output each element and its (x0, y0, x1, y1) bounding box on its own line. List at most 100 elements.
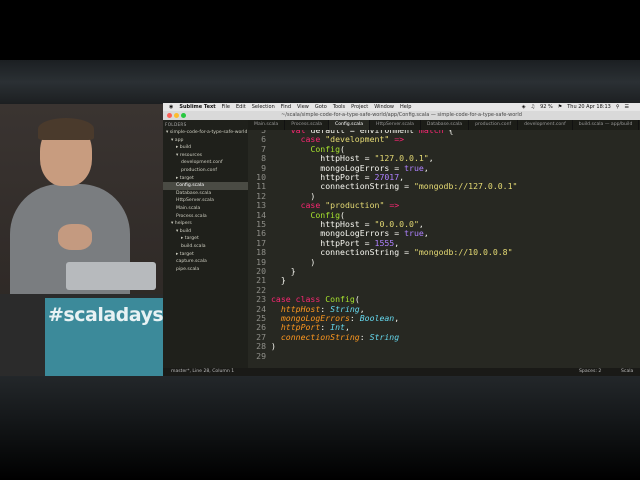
search-icon[interactable]: ⚲ (616, 104, 620, 110)
tree-item-label: Main.scala (176, 205, 201, 211)
editor-tab[interactable]: Process.scala (285, 120, 329, 130)
code-token: => (384, 200, 400, 211)
minimize-icon[interactable] (174, 113, 179, 118)
conference-hashtag: #scaladays (48, 304, 163, 326)
tree-file[interactable]: production.conf (163, 167, 248, 175)
menu-view[interactable]: View (297, 104, 309, 110)
menu-project[interactable]: Project (351, 104, 368, 110)
line-number: 29 (256, 350, 266, 361)
tree-file[interactable]: pipe.scala (163, 266, 248, 274)
tree-file[interactable]: HttpServer.scala (163, 197, 248, 205)
tree-folder[interactable]: ▾ simple-code-for-a-type-safe-world (163, 129, 248, 137)
tree-item-label: target (179, 175, 194, 181)
tab-bar: Main.scala Process.scala Config.scala HttpS… (248, 120, 640, 130)
status-syntax[interactable]: Scala (621, 368, 633, 376)
close-icon[interactable] (167, 113, 172, 118)
code-line: 21 } (248, 275, 286, 286)
battery-level[interactable]: 92 % (540, 104, 553, 110)
editor-tab[interactable]: Config.scala (328, 120, 371, 130)
window-titlebar: ~/scala/simple-code-for-a-type-safe-worl… (163, 111, 640, 120)
menu-items: File Edit Selection Find View Goto Tools Projec… (222, 104, 418, 110)
speaker-hand (58, 224, 92, 250)
tree-item-label: Config.scala (176, 183, 205, 189)
tree-folder[interactable]: ▸ target (163, 235, 248, 243)
editor-tab[interactable]: Database.scala (421, 120, 470, 130)
editor-tab[interactable]: production.conf (469, 120, 519, 130)
code-token: true (404, 162, 424, 173)
editor-tab[interactable]: build.scala — app/build (573, 120, 640, 130)
tree-folder[interactable]: ▾ build (163, 228, 248, 236)
tree-folder[interactable]: ▾ app (163, 137, 248, 145)
code-token: String (369, 331, 400, 342)
tree-item-label: helpers (174, 221, 192, 227)
tree-folder[interactable]: ▸ target (163, 175, 248, 183)
speaker-area: #scaladays (0, 104, 163, 376)
tree-file[interactable]: build.scala (163, 243, 248, 251)
list-icon[interactable]: ☰ (625, 104, 629, 110)
menu-tools[interactable]: Tools (333, 104, 345, 110)
volume-icon[interactable]: ♫ (531, 104, 535, 110)
code-token: ) (271, 341, 276, 352)
editor-tab[interactable]: development.conf (518, 120, 573, 130)
tree-file[interactable]: development.conf (163, 159, 248, 167)
code-token: : (349, 313, 360, 323)
tree-file[interactable]: Process.scala (163, 213, 248, 221)
projected-screen: ◉ Sublime Text File Edit Selection Find View… (163, 103, 640, 376)
code-token: "mongodb://127.0.0.1" (413, 181, 518, 192)
tree-item-label: HttpServer.scala (176, 198, 214, 204)
menu-selection[interactable]: Selection (252, 104, 275, 110)
status-position: master*, Line 28, Column 1 (171, 369, 235, 374)
tree-item-label: target (179, 251, 194, 257)
tree-item-label: Process.scala (176, 213, 207, 219)
menu-edit[interactable]: Edit (236, 104, 246, 110)
code-token: , (423, 162, 429, 173)
status-spaces[interactable]: Spaces: 2 (579, 368, 601, 376)
stage-backdrop (0, 60, 640, 104)
menubar-status: ◈ ♫ 92 % ⚑ Thu 20 Apr 18:13 ⚲ ☰ (522, 104, 634, 110)
menu-app-name[interactable]: Sublime Text (179, 104, 215, 110)
folder-sidebar: FOLDERS ▾ simple-code-for-a-type-safe-wo… (163, 120, 248, 368)
code-token: true (404, 228, 424, 239)
editor-tab[interactable]: HttpServer.scala (370, 120, 421, 130)
menu-find[interactable]: Find (281, 104, 291, 110)
zoom-icon[interactable] (181, 113, 186, 118)
tree-item-label: target (184, 236, 199, 242)
code-token: match (413, 130, 444, 135)
tree-item-label: pipe.scala (176, 266, 200, 272)
menu-goto[interactable]: Goto (315, 104, 327, 110)
tree-item-label: development.conf (181, 160, 223, 166)
code-token: , (394, 313, 400, 323)
tree-item-label: Database.scala (176, 190, 212, 196)
code-token: Boolean (359, 313, 395, 323)
tree-file[interactable]: Main.scala (163, 205, 248, 213)
tree-item-label: build (179, 145, 192, 151)
tree-item-label: resources (179, 152, 203, 158)
code-token: , (428, 153, 434, 164)
apple-icon[interactable]: ◉ (169, 104, 173, 110)
code-token: : (359, 331, 370, 342)
menu-help[interactable]: Help (400, 104, 411, 110)
tree-folder[interactable]: ▸ build (163, 144, 248, 152)
sidebar-header: FOLDERS (165, 122, 187, 127)
menu-window[interactable]: Window (374, 104, 394, 110)
code-editor[interactable]: 5 val default = environment match {6 cas… (248, 130, 640, 368)
tree-item-label: simple-code-for-a-type-safe-world (169, 130, 248, 135)
tree-file[interactable]: Database.scala (163, 190, 248, 198)
tree-folder[interactable]: ▸ target (163, 251, 248, 259)
code-token: connectionString (280, 331, 360, 342)
editor-tab[interactable]: Main.scala (248, 120, 286, 130)
flag-icon[interactable]: ⚑ (558, 104, 562, 110)
menu-file[interactable]: File (222, 104, 230, 110)
code-token: } (271, 275, 286, 286)
tree-file[interactable]: Config.scala (163, 182, 248, 190)
tree-folder[interactable]: ▾ resources (163, 152, 248, 160)
tree-folder[interactable]: ▾ helpers (163, 220, 248, 228)
code-token: => (389, 134, 405, 145)
code-token: , (423, 228, 429, 239)
tree-item-label: build.scala (181, 243, 206, 249)
speaker-hair (38, 118, 94, 140)
wifi-icon[interactable]: ◈ (522, 104, 526, 110)
clock[interactable]: Thu 20 Apr 18:13 (567, 104, 611, 110)
status-bar: master*, Line 28, Column 1 Spaces: 2 Sca… (163, 368, 640, 376)
tree-file[interactable]: capture.scala (163, 258, 248, 266)
